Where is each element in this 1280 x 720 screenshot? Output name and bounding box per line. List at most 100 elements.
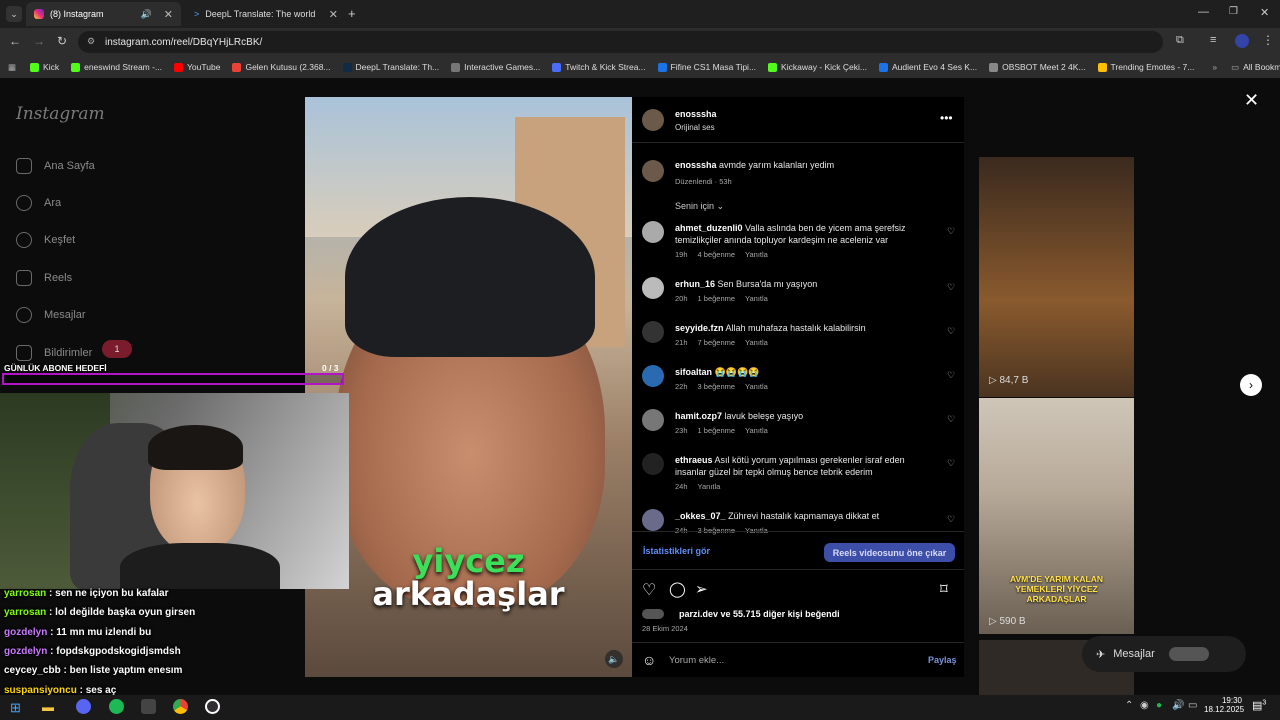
share-icon[interactable]: ➢ (695, 580, 708, 598)
commenter-avatar[interactable] (642, 453, 664, 475)
liker-username[interactable]: parzi.dev (679, 609, 718, 619)
mute-icon[interactable]: 🔈 (605, 650, 623, 668)
nav-home[interactable]: Ana Sayfa (16, 158, 95, 174)
comment-icon[interactable]: ◯ (669, 580, 686, 598)
nav-explore[interactable]: Keşfet (16, 232, 75, 248)
reload-icon[interactable]: ↻ (57, 34, 67, 48)
spotify-icon[interactable] (109, 699, 124, 714)
bookmark-item[interactable]: Kick (30, 62, 59, 72)
restore-icon[interactable]: ❐ (1229, 6, 1238, 17)
description-username[interactable]: enosssha (675, 160, 717, 170)
minimize-icon[interactable]: — (1198, 6, 1209, 18)
tray-spotify-icon[interactable]: ● (1156, 700, 1162, 711)
comment-input[interactable]: Yorum ekle... (669, 655, 724, 666)
tab-search-button[interactable]: ⌄ (6, 6, 22, 22)
bookmark-item[interactable]: DeepL Translate: Th... (342, 62, 439, 72)
app-icon[interactable] (141, 699, 156, 714)
comment-username[interactable]: erhun_16 (675, 279, 715, 289)
apps-icon[interactable]: ▦ (8, 62, 16, 73)
profile-avatar[interactable] (1235, 34, 1249, 48)
back-icon[interactable]: ← (9, 34, 21, 48)
comment-likes[interactable]: 1 beğenme (698, 426, 736, 435)
new-tab-button[interactable]: + (348, 6, 356, 21)
tray-network-icon[interactable]: ▭ (1188, 700, 1197, 711)
bookmark-item[interactable]: Fifine CS1 Masa Tipi... (657, 62, 756, 72)
all-bookmarks[interactable]: ▭All Bookmarks (1231, 62, 1280, 73)
comment-username[interactable]: sifoaltan (675, 367, 712, 377)
boost-reel-button[interactable]: Reels videosunu öne çıkar (824, 543, 955, 562)
bookmark-item[interactable]: Trending Emotes - 7... (1097, 62, 1194, 72)
comment-likes[interactable]: 4 beğenme (698, 250, 736, 259)
start-icon[interactable]: ⊞ (10, 700, 21, 716)
bookmark-item[interactable]: eneswind Stream -... (71, 62, 162, 72)
file-explorer-icon[interactable]: ▬ (42, 700, 54, 714)
reply-button[interactable]: Yanıtla (745, 294, 768, 303)
close-tab-icon[interactable]: ✕ (164, 8, 173, 21)
nav-notifications[interactable]: Bildirimler (16, 345, 92, 361)
reply-button[interactable]: Yanıtla (745, 338, 768, 347)
messages-pill[interactable]: ✈ Mesajlar (1082, 636, 1246, 672)
bookmark-item[interactable]: OBSBOT Meet 2 4K... (989, 62, 1086, 72)
author-avatar[interactable] (642, 160, 664, 182)
more-bookmarks-icon[interactable]: » (1212, 62, 1217, 72)
like-icon[interactable]: ♡ (642, 580, 656, 600)
discord-icon[interactable] (76, 699, 91, 714)
reel-thumbnail[interactable]: AVM'DE YARIM KALAN YEMEKLERİ YİYCEZ ARKA… (979, 398, 1134, 634)
commenter-avatar[interactable] (642, 277, 664, 299)
commenter-avatar[interactable] (642, 409, 664, 431)
commenter-avatar[interactable] (642, 221, 664, 243)
obs-icon[interactable] (205, 699, 220, 714)
comment-likes[interactable]: 7 beğenme (698, 338, 736, 347)
emoji-icon[interactable]: ☺ (642, 652, 656, 668)
author-avatar[interactable] (642, 109, 664, 131)
bookmark-item[interactable]: Audient Evo 4 Ses K... (879, 62, 977, 72)
tab-instagram[interactable]: (8) Instagram 🔊 ✕ (26, 2, 181, 26)
close-window-icon[interactable]: ✕ (1260, 6, 1269, 19)
comment-username[interactable]: ethraeus (675, 455, 713, 465)
likes-count[interactable]: ve 55.715 diğer kişi beğendi (721, 609, 840, 619)
insights-link[interactable]: İstatistikleri gör (643, 546, 710, 556)
post-comment-button[interactable]: Paylaş (928, 655, 957, 665)
comment-like-icon[interactable]: ♡ (947, 515, 956, 524)
comment-like-icon[interactable]: ♡ (947, 371, 956, 380)
next-arrow-icon[interactable]: › (1240, 374, 1262, 396)
commenter-avatar[interactable] (642, 321, 664, 343)
clock[interactable]: 19:30 18.12.2025 (1204, 696, 1244, 714)
menu-icon[interactable]: ⋮ (1262, 33, 1274, 47)
comment-like-icon[interactable]: ♡ (947, 283, 956, 292)
bookmark-item[interactable]: YouTube (174, 62, 220, 72)
tab-deepl[interactable]: > DeepL Translate: The world's m ✕ (186, 2, 346, 26)
tray-chevron-icon[interactable]: ⌃ (1125, 700, 1133, 711)
bookmark-item[interactable]: Interactive Games... (451, 62, 540, 72)
comment-likes[interactable]: 1 beğenme (698, 294, 736, 303)
audio-label[interactable]: Orijinal ses (675, 123, 715, 132)
site-info-icon[interactable]: ⚙ (87, 36, 95, 47)
reply-button[interactable]: Yanıtla (745, 382, 768, 391)
nav-messages[interactable]: Mesajlar (16, 307, 86, 323)
tray-discord-icon[interactable]: ◉ (1140, 700, 1149, 711)
comment-like-icon[interactable]: ♡ (947, 415, 956, 424)
close-icon[interactable]: ✕ (1244, 90, 1259, 111)
chrome-icon[interactable] (173, 699, 188, 714)
comment-like-icon[interactable]: ♡ (947, 227, 956, 236)
forward-icon[interactable]: → (33, 34, 45, 48)
comment-username[interactable]: hamit.ozp7 (675, 411, 722, 421)
author-username[interactable]: enosssha (675, 109, 717, 119)
comment-like-icon[interactable]: ♡ (947, 459, 956, 468)
instagram-logo[interactable]: Instagram (16, 104, 105, 124)
tray-volume-icon[interactable]: 🔊 (1172, 700, 1184, 711)
bookmark-item[interactable]: Gelen Kutusu (2.368... (232, 62, 331, 72)
comment-username[interactable]: _okkes_07_ (675, 511, 726, 521)
nav-reels[interactable]: Reels (16, 270, 72, 286)
comment-likes[interactable]: 3 beğenme (698, 382, 736, 391)
comment-username[interactable]: seyyide.fzn (675, 323, 724, 333)
extensions-icon[interactable]: ⧉ (1176, 34, 1184, 47)
media-icon[interactable]: ≡ (1210, 34, 1216, 46)
commenter-avatar[interactable] (642, 365, 664, 387)
reply-button[interactable]: Yanıtla (698, 482, 721, 491)
reply-button[interactable]: Yanıtla (745, 250, 768, 259)
commenter-avatar[interactable] (642, 509, 664, 531)
reel-thumbnail[interactable]: ▷ 84,7 B (979, 157, 1134, 397)
reel-video[interactable]: yiycez arkadaşlar 🔈 (305, 97, 632, 677)
sort-dropdown[interactable]: Senin için ⌄ (675, 201, 724, 212)
